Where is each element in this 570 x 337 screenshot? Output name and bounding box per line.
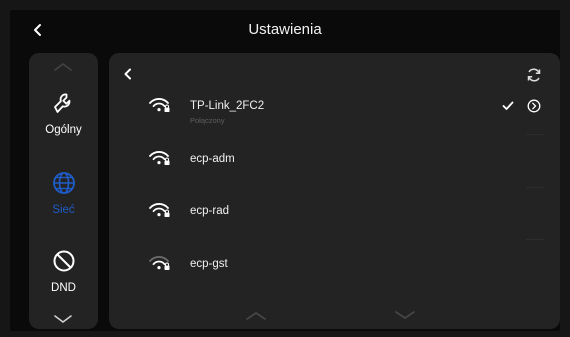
refresh-icon bbox=[527, 68, 541, 82]
chevron-up-icon bbox=[54, 63, 72, 71]
chevron-down-icon bbox=[395, 311, 415, 319]
checkmark-icon bbox=[502, 101, 514, 110]
sidebar-item-general[interactable]: Ogólny bbox=[29, 91, 98, 136]
chevron-down-icon bbox=[54, 315, 72, 323]
chevron-up-icon bbox=[246, 312, 266, 320]
sidebar-item-label: Ogólny bbox=[45, 124, 82, 136]
sidebar-item-dnd[interactable]: DND bbox=[29, 249, 98, 294]
do-not-disturb-icon bbox=[53, 250, 74, 272]
list-scroll-down-button[interactable] bbox=[394, 307, 416, 325]
top-bar: Ustawienia bbox=[10, 10, 560, 50]
chevron-left-icon bbox=[124, 68, 131, 80]
settings-sidebar: Ogólny Sieć DND bbox=[29, 53, 98, 329]
network-ssid: ecp-rad bbox=[190, 205, 229, 217]
network-details-button[interactable] bbox=[527, 99, 541, 118]
network-ssid: ecp-adm bbox=[190, 153, 235, 165]
wifi-locked-icon bbox=[149, 203, 170, 217]
sidebar-scroll-up-button[interactable] bbox=[53, 59, 73, 77]
sidebar-item-label: DND bbox=[51, 282, 76, 294]
sidebar-item-network[interactable]: Sieć bbox=[29, 171, 98, 216]
globe-icon bbox=[52, 172, 75, 194]
page-title: Ustawienia bbox=[248, 21, 322, 38]
list-scroll-up-button[interactable] bbox=[245, 308, 267, 326]
row-divider bbox=[526, 239, 544, 240]
wifi-locked-icon bbox=[149, 151, 170, 165]
network-status: Połączony bbox=[190, 116, 225, 125]
sidebar-item-label: Sieć bbox=[52, 204, 75, 216]
wifi-list-panel: TP-Link_2FC2 Połączony ecp-adm ecp-rad e… bbox=[109, 53, 560, 329]
wifi-locked-icon bbox=[149, 256, 170, 270]
sidebar-scroll-down-button[interactable] bbox=[53, 311, 73, 329]
row-divider bbox=[526, 134, 544, 135]
wifi-network-row[interactable]: ecp-rad bbox=[109, 188, 560, 240]
network-ssid: ecp-gst bbox=[190, 258, 228, 270]
wifi-locked-icon bbox=[149, 98, 170, 112]
chevron-right-circle-icon bbox=[527, 99, 541, 113]
network-ssid: TP-Link_2FC2 bbox=[190, 100, 265, 112]
wifi-network-row[interactable]: TP-Link_2FC2 Połączony bbox=[109, 83, 560, 135]
wifi-network-row[interactable]: ecp-gst bbox=[109, 241, 560, 293]
wrench-icon bbox=[53, 93, 70, 113]
wifi-network-row[interactable]: ecp-adm bbox=[109, 136, 560, 188]
